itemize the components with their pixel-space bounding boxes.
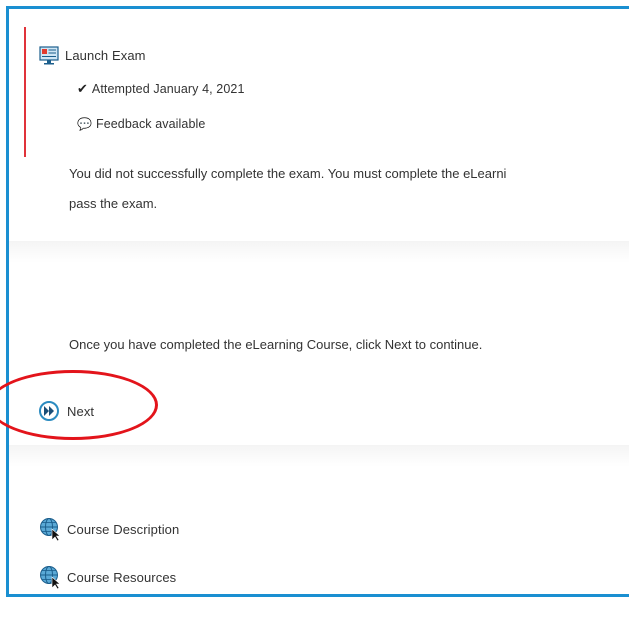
course-description-label: Course Description — [67, 521, 180, 537]
exam-result-message: You did not successfully complete the ex… — [69, 159, 506, 219]
globe-cursor-icon — [40, 566, 61, 589]
course-description-link[interactable]: Course Description — [39, 517, 179, 541]
section-divider — [9, 241, 629, 263]
course-resources-link[interactable]: Course Resources — [39, 565, 176, 589]
launch-exam-link[interactable]: Launch Exam — [39, 45, 146, 65]
attempted-status: ✔ Attempted January 4, 2021 — [77, 81, 245, 97]
instructions-text: Once you have completed the eLearning Co… — [69, 337, 483, 352]
feedback-label: Feedback available — [95, 117, 206, 131]
course-panel: Launch Exam ✔ Attempted January 4, 2021 … — [6, 6, 629, 597]
launch-exam-label: Launch Exam — [65, 47, 146, 63]
checkmark-icon: ✔ — [77, 81, 88, 96]
next-icon — [39, 401, 59, 421]
next-button[interactable]: Next — [39, 401, 94, 421]
message-line-1: You did not successfully complete the ex… — [69, 166, 507, 181]
section-divider-2 — [9, 445, 629, 467]
message-line-2: pass the exam. — [69, 196, 158, 211]
next-label: Next — [67, 403, 95, 419]
globe-cursor-icon — [40, 518, 61, 541]
exam-icon — [39, 46, 59, 65]
speech-bubble-icon: 💬 — [77, 117, 92, 131]
course-resources-label: Course Resources — [67, 569, 177, 585]
attempted-label: Attempted January 4, 2021 — [91, 82, 245, 96]
feedback-link[interactable]: 💬 Feedback available — [77, 117, 205, 131]
